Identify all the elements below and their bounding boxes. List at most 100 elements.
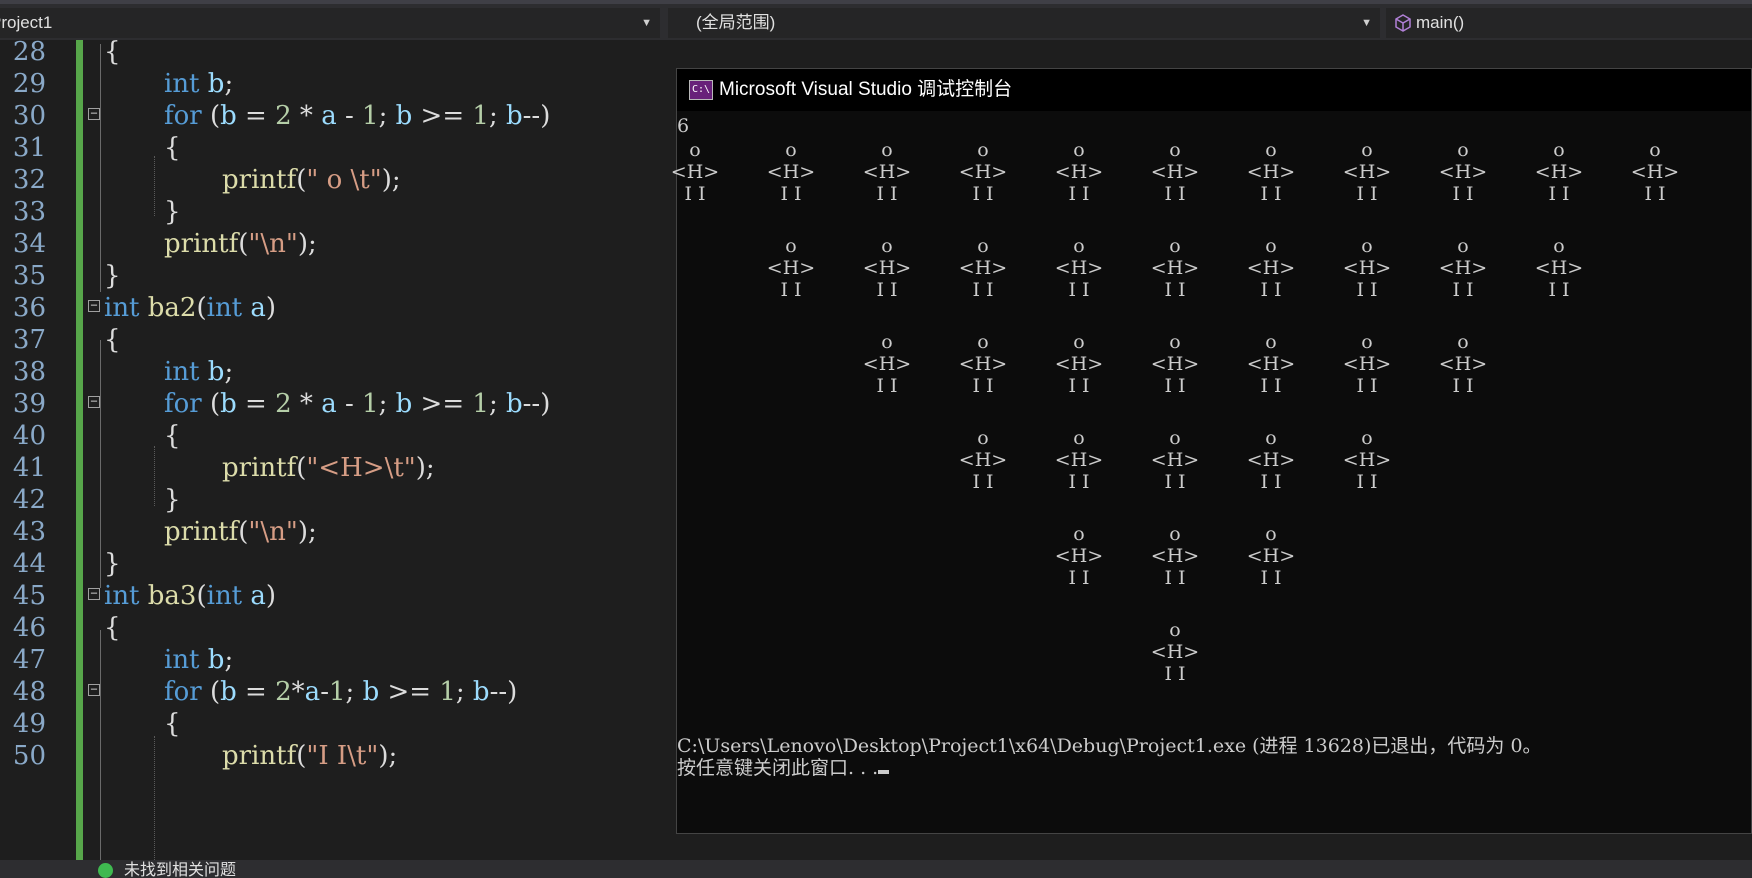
console-figure: o <H> I I <box>1145 139 1205 205</box>
figure-legs: I I <box>1260 471 1282 493</box>
figure-legs: I I <box>1068 567 1090 589</box>
console-figure: o <H> I I <box>665 139 725 205</box>
code-line: 34 printf("\n"); <box>0 226 700 262</box>
figure-head: o <box>1169 427 1181 449</box>
console-figure: o <H> I I <box>1145 619 1205 685</box>
code-text: { <box>104 37 121 67</box>
line-number: 38 <box>12 357 46 387</box>
console-title: Microsoft Visual Studio 调试控制台 <box>719 79 1013 100</box>
console-figure: o <H> I I <box>1241 523 1301 589</box>
console-figure: o <H> I I <box>1049 235 1109 301</box>
code-line: 36 − int ba2(int a) <box>0 290 700 326</box>
code-line: 32 printf(" o \t"); <box>0 162 700 198</box>
figure-head: o <box>785 139 797 161</box>
variable: b <box>207 69 225 99</box>
figure-head: o <box>689 139 701 161</box>
line-number: 35 <box>12 261 46 291</box>
string-literal: "I I\t" <box>306 741 379 771</box>
collapse-icon[interactable]: − <box>88 299 100 312</box>
figure-head: o <box>1265 427 1277 449</box>
project-name: Project1 <box>0 13 53 32</box>
code-text: } <box>164 485 181 515</box>
line-number: 48 <box>12 677 46 707</box>
figure-body: <H> <box>766 161 816 183</box>
figure-head: o <box>1073 427 1085 449</box>
console-icon: C:\ <box>689 80 713 100</box>
collapse-icon[interactable]: − <box>88 395 100 408</box>
figure-body: <H> <box>1150 545 1200 567</box>
code-line: 45 − int ba3(int a) <box>0 578 700 614</box>
console-figure: o <H> I I <box>953 331 1013 397</box>
figure-legs: I I <box>876 279 898 301</box>
line-number: 28 <box>12 37 46 67</box>
code-line: 48 − for (b = 2*a-1; b >= 1; b--) <box>0 674 700 710</box>
figure-legs: I I <box>1068 183 1090 205</box>
figure-body: <H> <box>958 257 1008 279</box>
line-number: 33 <box>12 197 46 227</box>
console-figure: o <H> I I <box>1049 427 1109 493</box>
keyword: int <box>164 645 200 675</box>
variable: a <box>250 581 266 611</box>
collapse-icon[interactable]: − <box>88 587 100 600</box>
figure-head: o <box>1169 523 1181 545</box>
console-figure: o <H> I I <box>1337 235 1397 301</box>
console-figure: o <H> I I <box>1241 139 1301 205</box>
console-figure: o <H> I I <box>1241 331 1301 397</box>
code-text: { <box>104 613 121 643</box>
scope-dropdown[interactable]: (全局范围) ▼ <box>668 8 1380 38</box>
code-text: } <box>104 261 121 291</box>
keyword: for <box>164 389 202 419</box>
figure-body: <H> <box>1534 161 1584 183</box>
figure-body: <H> <box>670 161 720 183</box>
variable: b <box>505 101 523 131</box>
scope-label: (全局范围) <box>696 13 776 32</box>
figure-head: o <box>1169 331 1181 353</box>
variable: b <box>395 101 413 131</box>
line-number: 30 <box>12 101 46 131</box>
figure-head: o <box>1265 139 1277 161</box>
code-line: 44 } <box>0 546 700 582</box>
console-figure: o <H> I I <box>1049 139 1109 205</box>
figure-head: o <box>1361 235 1373 257</box>
keyword: for <box>164 101 202 131</box>
function-name: printf <box>164 229 239 259</box>
issues-status[interactable]: 未找到相关问题 <box>124 862 236 878</box>
line-number: 46 <box>12 613 46 643</box>
figure-legs: I I <box>780 279 802 301</box>
console-figure: o <H> I I <box>1241 427 1301 493</box>
variable: b <box>395 389 413 419</box>
string-literal: "\n" <box>248 229 298 259</box>
figure-head: o <box>1361 331 1373 353</box>
console-figure: o <H> I I <box>1049 331 1109 397</box>
collapse-icon[interactable]: − <box>88 107 100 120</box>
variable: b <box>472 677 490 707</box>
figure-legs: I I <box>1548 279 1570 301</box>
member-dropdown[interactable]: main() <box>1386 8 1752 38</box>
line-number: 44 <box>12 549 46 579</box>
figure-body: <H> <box>1342 449 1392 471</box>
figure-body: <H> <box>1150 641 1200 663</box>
line-number: 34 <box>12 229 46 259</box>
figure-legs: I I <box>1164 375 1186 397</box>
cube-icon <box>1395 14 1411 32</box>
figure-body: <H> <box>862 353 912 375</box>
figure-head: o <box>1265 331 1277 353</box>
figure-head: o <box>881 331 893 353</box>
line-number: 36 <box>12 293 46 323</box>
line-number: 47 <box>12 645 46 675</box>
debug-console-window[interactable]: C:\ Microsoft Visual Studio 调试控制台 6 o <H>… <box>671 68 1752 834</box>
figure-head: o <box>977 427 989 449</box>
figure-body: <H> <box>1438 161 1488 183</box>
figure-head: o <box>785 235 797 257</box>
code-line: 38 int b; <box>0 354 700 390</box>
figure-body: <H> <box>862 161 912 183</box>
console-figure: o <H> I I <box>953 235 1013 301</box>
figure-head: o <box>1553 139 1565 161</box>
console-titlebar[interactable]: C:\ Microsoft Visual Studio 调试控制台 <box>677 69 1751 111</box>
figure-head: o <box>1169 139 1181 161</box>
figure-head: o <box>881 139 893 161</box>
collapse-icon[interactable]: − <box>88 683 100 696</box>
code-line: 40 { <box>0 418 700 454</box>
function-name: printf <box>222 453 297 483</box>
code-line: 49 { <box>0 706 700 742</box>
